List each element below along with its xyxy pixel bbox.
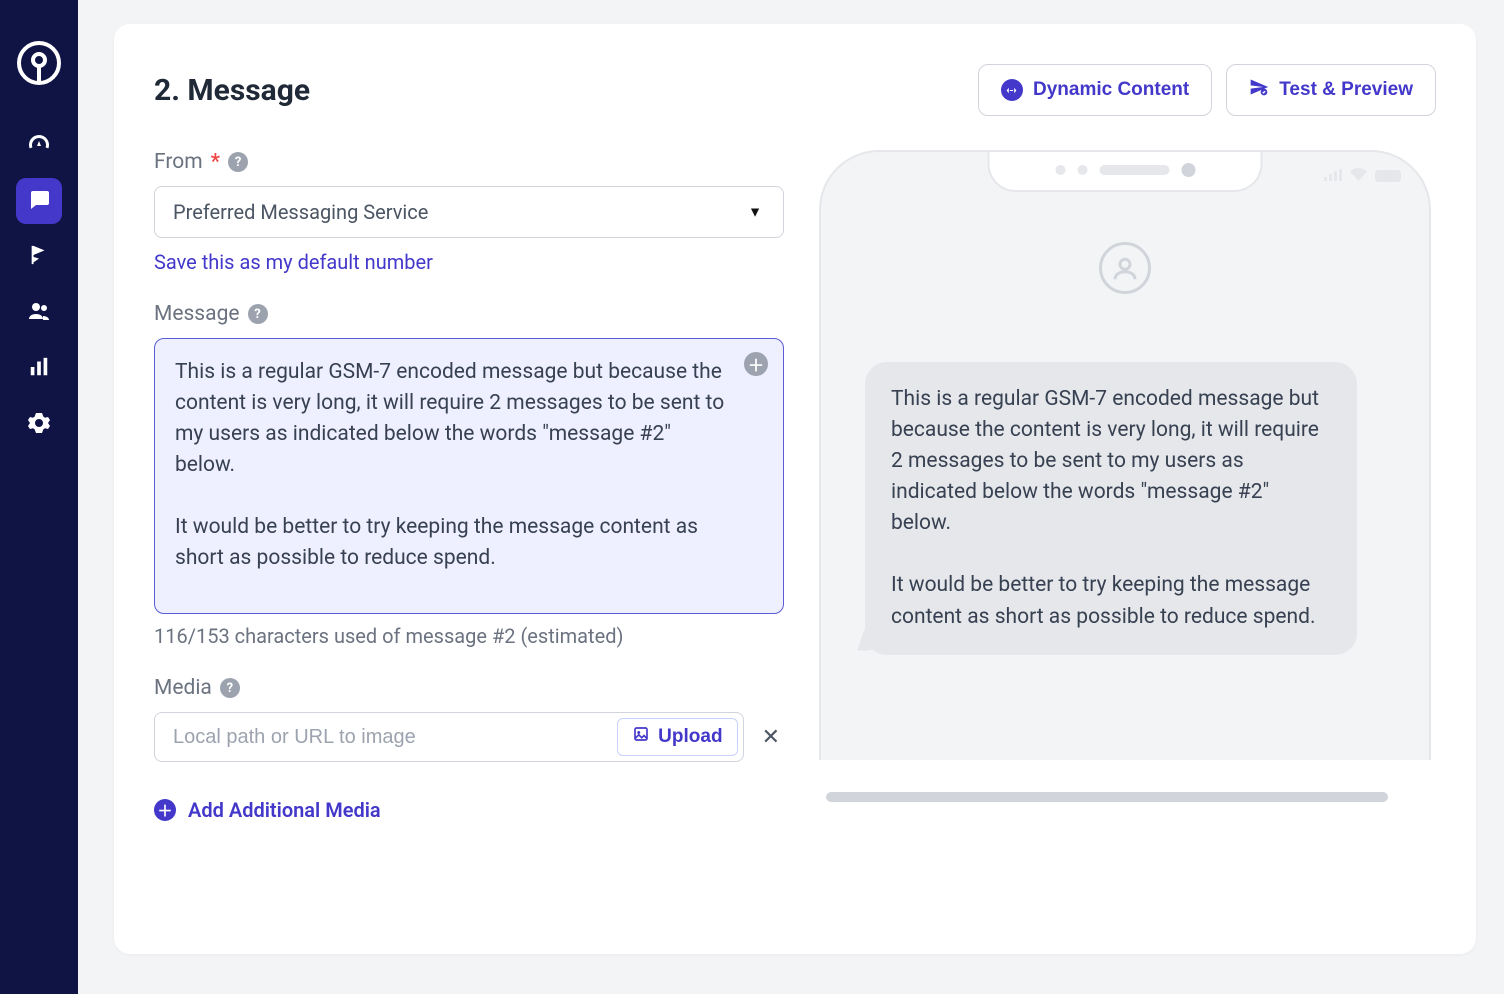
message-textarea-wrap: This is a regular GSM-7 encoded message …	[154, 338, 784, 614]
remove-media-button[interactable]: ✕	[758, 721, 784, 754]
message-icon	[27, 187, 51, 215]
add-additional-media-label: Add Additional Media	[188, 798, 381, 822]
test-preview-label: Test & Preview	[1279, 79, 1413, 101]
section-title: 2. Message	[154, 73, 310, 108]
battery-icon	[1375, 170, 1401, 182]
add-additional-media-button[interactable]: ＋ Add Additional Media	[154, 798, 381, 822]
nav-dashboard[interactable]	[16, 122, 62, 168]
contact-avatar	[1099, 242, 1151, 294]
nav-goals[interactable]	[16, 234, 62, 280]
nav-reports[interactable]	[16, 346, 62, 392]
from-label-text: From	[154, 150, 203, 174]
phone-status-bar	[1324, 166, 1401, 185]
message-label: Message ?	[154, 302, 784, 326]
notch-camera	[1181, 163, 1195, 177]
upload-icon	[632, 725, 650, 749]
required-star: *	[211, 150, 220, 174]
people-icon	[27, 299, 51, 327]
media-label: Media ?	[154, 676, 784, 700]
test-preview-button[interactable]: Test & Preview	[1226, 64, 1436, 116]
signal-icon	[1324, 166, 1342, 185]
nav-settings[interactable]	[16, 402, 62, 448]
media-help-icon[interactable]: ?	[220, 678, 240, 698]
main-area: 2. Message Dynamic Content Test & Previe…	[78, 0, 1504, 994]
close-icon: ✕	[762, 725, 780, 750]
notch-dot	[1055, 165, 1065, 175]
app-logo	[16, 40, 62, 86]
message-label-text: Message	[154, 302, 240, 326]
dashboard-gauge-icon	[27, 131, 51, 159]
media-label-text: Media	[154, 676, 212, 700]
gear-icon	[27, 411, 51, 439]
media-input-group: Upload	[154, 712, 744, 762]
message-card: 2. Message Dynamic Content Test & Previe…	[114, 24, 1476, 954]
upload-label: Upload	[658, 726, 722, 748]
wifi-icon	[1350, 166, 1367, 185]
from-field-group: From * ? Preferred Messaging Service ▼ S…	[154, 150, 784, 274]
message-help-icon[interactable]: ?	[248, 304, 268, 324]
save-default-link[interactable]: Save this as my default number	[154, 250, 433, 274]
form-column: From * ? Preferred Messaging Service ▼ S…	[154, 150, 784, 822]
dynamic-content-icon	[1001, 79, 1023, 101]
preview-message-bubble: This is a regular GSM-7 encoded message …	[865, 362, 1357, 655]
dynamic-content-button[interactable]: Dynamic Content	[978, 64, 1212, 116]
media-row: Upload ✕	[154, 712, 784, 762]
from-select[interactable]: Preferred Messaging Service	[154, 186, 784, 238]
bar-chart-icon	[28, 356, 50, 382]
flag-icon	[28, 244, 50, 270]
from-select-value: Preferred Messaging Service	[173, 200, 428, 224]
insert-variable-button[interactable]: ＋	[744, 352, 768, 376]
header-actions: Dynamic Content Test & Preview	[978, 64, 1436, 116]
nav-contacts[interactable]	[16, 290, 62, 336]
media-field-group: Media ? Upload	[154, 676, 784, 762]
plus-circle-icon: ＋	[154, 799, 176, 821]
preview-column: This is a regular GSM-7 encoded message …	[814, 150, 1436, 822]
scrollbar-thumb	[826, 792, 1388, 802]
plus-icon: ＋	[748, 352, 764, 376]
card-header: 2. Message Dynamic Content Test & Previe…	[154, 64, 1436, 116]
from-select-wrap: Preferred Messaging Service ▼	[154, 186, 784, 238]
phone-notch	[988, 150, 1263, 192]
phone-preview: This is a regular GSM-7 encoded message …	[819, 150, 1431, 760]
content-row: From * ? Preferred Messaging Service ▼ S…	[154, 150, 1436, 822]
char-count: 116/153 characters used of message #2 (e…	[154, 624, 784, 648]
from-label: From * ?	[154, 150, 784, 174]
paper-plane-icon	[1249, 77, 1269, 103]
message-field-group: Message ? This is a regular GSM-7 encode…	[154, 302, 784, 648]
sidebar	[0, 0, 78, 994]
dynamic-content-label: Dynamic Content	[1033, 79, 1189, 101]
upload-button[interactable]: Upload	[617, 718, 737, 756]
message-textarea[interactable]: This is a regular GSM-7 encoded message …	[154, 338, 784, 614]
notch-dot	[1077, 165, 1087, 175]
from-help-icon[interactable]: ?	[228, 152, 248, 172]
preview-scrollbar[interactable]	[826, 792, 1424, 802]
notch-speaker	[1099, 165, 1169, 175]
nav-messages[interactable]	[16, 178, 62, 224]
